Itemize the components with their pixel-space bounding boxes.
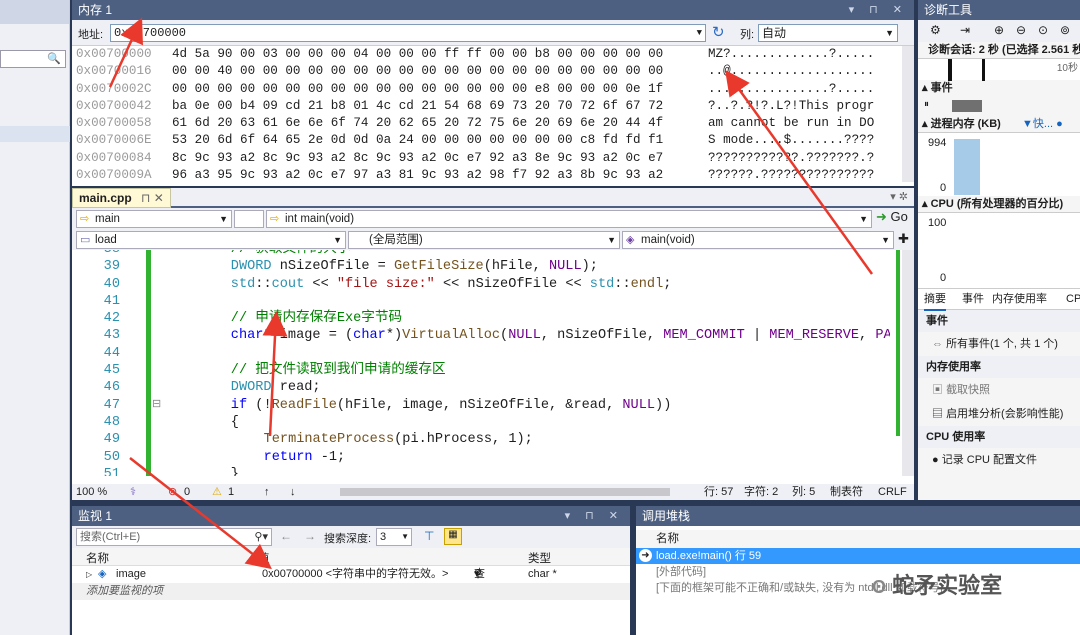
arrow-to-watch-value [129, 457, 272, 570]
annotation-arrows [108, 17, 874, 570]
arrow-to-address [108, 17, 143, 88]
arrow-to-ascii [725, 69, 874, 275]
arrow-to-comment [262, 311, 288, 437]
